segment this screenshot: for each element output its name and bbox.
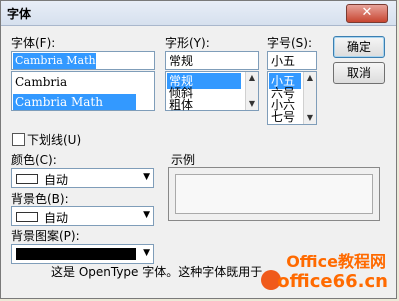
preview-label: 示例	[171, 153, 196, 167]
size-input[interactable]: 小五	[267, 51, 317, 70]
style-label: 字形(Y):	[165, 36, 210, 50]
scroll-down-icon[interactable]: ▼	[304, 112, 316, 124]
font-description: 这是 OpenType 字体。这种字体既用于	[51, 265, 263, 279]
bgcolor-value: 自动	[44, 211, 69, 225]
pattern-label: 背景图案(P):	[11, 229, 80, 243]
style-input-value: 常规	[169, 54, 194, 68]
scroll-up-icon[interactable]: ▲	[304, 72, 316, 84]
scroll-up-icon[interactable]: ▲	[246, 72, 258, 84]
style-list-item[interactable]: 粗体	[167, 97, 193, 113]
font-input-value: Cambria Math	[13, 53, 96, 69]
bgcolor-select[interactable]: 自动 ▼	[11, 206, 154, 226]
bgcolor-label: 背景色(B):	[11, 192, 69, 206]
color-select[interactable]: 自动 ▼	[11, 168, 154, 188]
font-dialog: 字体 ✕ 字体(F): Cambria Math Cambria Cambria…	[0, 0, 397, 299]
watermark-text: Office教程网	[286, 252, 386, 271]
cancel-button[interactable]: 取消	[333, 62, 385, 84]
chevron-down-icon: ▼	[143, 248, 150, 258]
close-button[interactable]: ✕	[346, 4, 388, 23]
chevron-down-icon: ▼	[143, 172, 150, 182]
font-input[interactable]: Cambria Math	[11, 51, 155, 70]
color-swatch	[16, 174, 38, 184]
underline-checkbox[interactable]	[12, 133, 25, 146]
color-label: 颜色(C):	[11, 153, 57, 167]
font-list-item-selected[interactable]: Cambria Math	[13, 94, 136, 110]
style-scrollbar[interactable]: ▲ ▼	[245, 72, 258, 110]
title-bar: 字体 ✕	[1, 1, 396, 26]
underline-label: 下划线(U)	[27, 133, 82, 147]
pattern-select[interactable]: ▼	[11, 244, 154, 264]
pattern-swatch	[16, 248, 136, 260]
font-label: 字体(F):	[11, 36, 56, 50]
size-input-value: 小五	[271, 54, 296, 68]
size-list[interactable]: 小五 六号 小六 七号 ▲ ▼	[267, 71, 317, 125]
color-value: 自动	[44, 173, 69, 187]
style-list[interactable]: 常规 倾斜 粗体 ▲ ▼	[165, 71, 259, 113]
ok-button[interactable]: 确定	[333, 36, 385, 58]
size-label: 字号(S):	[267, 36, 313, 50]
dialog-title: 字体	[7, 7, 32, 21]
chevron-down-icon: ▼	[143, 210, 150, 220]
preview-area	[175, 174, 373, 214]
size-list-item[interactable]: 七号	[269, 109, 295, 125]
watermark-url: office66.cn	[277, 271, 388, 292]
font-list-item[interactable]: Cambria	[13, 74, 141, 90]
font-list[interactable]: Cambria Cambria Math	[11, 71, 155, 111]
preview-box	[168, 167, 380, 221]
style-input[interactable]: 常规	[165, 51, 259, 70]
bgcolor-swatch	[16, 212, 38, 222]
size-scrollbar[interactable]: ▲ ▼	[303, 72, 316, 124]
scroll-down-icon[interactable]: ▼	[246, 98, 258, 110]
